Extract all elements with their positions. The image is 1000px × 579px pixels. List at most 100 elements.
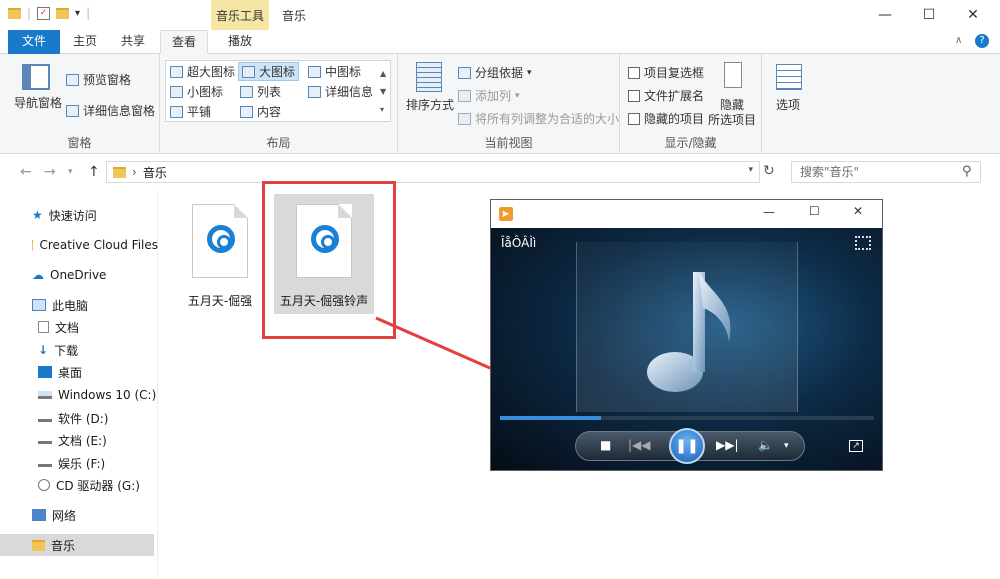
sidebar-item-music[interactable]: 音乐 [0,534,154,556]
recent-dropdown-icon[interactable]: ▾ [68,167,73,177]
sidebar-item-drive-e[interactable]: 文档 (E:) [0,429,158,451]
layout-list[interactable]: 列表 [240,83,281,100]
tab-home[interactable]: 主页 [64,30,106,54]
breadcrumb-music[interactable]: 音乐 [143,164,167,181]
collapse-ribbon-icon[interactable]: ∧ [955,35,962,46]
group-by-icon [458,66,471,79]
sidebar-item-drive-g[interactable]: CD 驱动器 (G:) [0,474,158,496]
tab-view[interactable]: 查看 [160,30,208,55]
sidebar-item-documents[interactable]: 文档 [0,316,158,338]
maximize-button[interactable]: ☐ [906,0,952,30]
sidebar-item-creative-cloud[interactable]: Creative Cloud Files [0,234,158,256]
seek-bar[interactable] [500,416,874,420]
sidebar-item-this-pc[interactable]: 此电脑 [0,294,158,316]
sidebar-item-drive-f[interactable]: 娱乐 (F:) [0,452,158,474]
customize-dropdown-icon[interactable]: ▾ [75,8,80,19]
sort-by-button[interactable]: 排序方式 [406,96,454,113]
title-bar: | ✓ ▾ | 音乐工具 音乐 — ☐ ✕ [0,0,1000,30]
hidden-items-toggle[interactable]: 隐藏的项目 [628,110,704,127]
address-box[interactable]: › 音乐 ▾ [106,161,760,183]
properties-icon[interactable]: ✓ [37,6,51,20]
sidebar-item-quick-access[interactable]: ★ 快速访问 [0,204,158,226]
checkbox-icon [628,112,640,125]
player-close-button[interactable]: ✕ [853,204,863,218]
medium-icons-icon [308,65,321,78]
tab-play[interactable]: 播放 [216,30,264,54]
address-dropdown-icon[interactable]: ▾ [748,165,753,175]
nav-pane-icon[interactable] [22,64,50,90]
player-minimize-button[interactable]: — [763,205,775,219]
previous-icon[interactable]: |◀◀ [628,438,651,452]
network-icon [32,509,46,521]
up-arrow-icon[interactable]: ↑ [88,164,100,180]
group-label-show-hide: 显示/隐藏 [664,136,717,150]
download-arrow-icon: ↓ [38,343,49,357]
tab-file[interactable]: 文件 [8,30,60,54]
folder-icon [113,166,126,178]
layout-small-icons[interactable]: 小图标 [170,83,223,100]
group-layout: 超大图标 大图标 中图标 小图标 列表 详细信息 平铺 内容 ▲ ▼ ▾ 布局 [160,54,398,154]
group-label-panes: 窗格 [67,136,92,150]
sort-icon[interactable] [416,62,442,92]
tab-share[interactable]: 共享 [112,30,154,54]
options-button[interactable]: 选项 [776,96,800,113]
group-by-button[interactable]: 分组依据 ▾ [458,64,532,81]
star-icon: ★ [32,208,43,222]
music-note-icon [647,272,731,392]
file-item[interactable]: 五月天-倔强 [170,194,270,324]
quick-access-toolbar: | ✓ ▾ | [8,6,90,20]
switch-to-full-screen-icon[interactable]: ↗ [849,440,863,452]
preview-pane-button[interactable]: 预览窗格 [66,71,131,88]
add-column-icon [458,89,471,102]
hide-selected-icon[interactable] [724,62,742,88]
back-arrow-icon[interactable]: ← [20,164,32,180]
layout-tiles[interactable]: 平铺 [170,103,211,120]
navigation-pane: ★ 快速访问 Creative Cloud Files ☁ OneDrive 此电脑… [0,190,158,579]
preview-pane-icon [66,73,79,86]
file-extensions-toggle[interactable]: 文件扩展名 [628,87,704,104]
switch-to-library-icon[interactable] [855,236,871,250]
sidebar-item-network[interactable]: 网络 [0,504,158,526]
media-player-logo-icon: ▶ [499,207,513,221]
refresh-icon[interactable]: ↻ [763,163,775,179]
pause-button[interactable]: ❚❚ [669,428,705,464]
layout-details[interactable]: 详细信息 [308,83,373,100]
volume-dropdown-icon[interactable]: ▾ [784,441,789,451]
sidebar-item-onedrive[interactable]: ☁ OneDrive [0,264,158,286]
nav-pane-button[interactable]: 导航窗格 [14,94,62,111]
options-icon[interactable] [776,64,802,90]
close-button[interactable]: ✕ [950,0,996,30]
next-icon[interactable]: ▶▶| [716,438,739,452]
layout-extra-large-icons[interactable]: 超大图标 [170,63,235,80]
details-pane-button[interactable]: 详细信息窗格 [66,102,155,119]
sidebar-item-downloads[interactable]: ↓ 下载 [0,339,158,361]
minimize-button[interactable]: — [862,0,908,30]
hide-selected-label-2[interactable]: 所选项目 [708,111,756,128]
sidebar-item-drive-c[interactable]: Windows 10 (C:) [0,384,158,406]
add-column-button[interactable]: 添加列 ▾ [458,87,520,104]
seek-progress [500,416,601,420]
forward-arrow-icon[interactable]: → [44,164,56,180]
drive-icon [38,436,52,444]
search-icon[interactable]: ⚲ [962,164,972,179]
fit-columns-button[interactable]: 将所有列调整为合适的大小 [458,110,619,127]
new-folder-icon[interactable] [56,7,70,19]
player-maximize-button[interactable]: ☐ [809,204,820,218]
search-input[interactable]: 搜索"音乐" [791,161,981,183]
sidebar-item-drive-d[interactable]: 软件 (D:) [0,407,158,429]
small-icons-icon [170,85,183,98]
gallery-scroll-icon[interactable]: ▲ ▼ ▾ [380,65,386,119]
stop-icon[interactable]: ■ [600,438,611,452]
content-icon [240,105,253,118]
item-checkboxes-toggle[interactable]: 项目复选框 [628,64,704,81]
drive-icon [38,391,52,399]
help-icon[interactable]: ? [975,34,989,48]
layout-content[interactable]: 内容 [240,103,281,120]
address-bar-row: ← → ▾ ↑ › 音乐 ▾ ↻ 搜索"音乐" ⚲ [0,155,1000,189]
sidebar-item-desktop[interactable]: 桌面 [0,361,158,383]
layout-medium-icons[interactable]: 中图标 [308,63,361,80]
volume-icon[interactable]: 🔈 [758,438,773,452]
music-file-icon [192,204,248,278]
layout-large-icons[interactable]: 大图标 [238,62,300,81]
group-current-view: 排序方式 分组依据 ▾ 添加列 ▾ 将所有列调整为合适的大小 当前视图 [398,54,620,154]
